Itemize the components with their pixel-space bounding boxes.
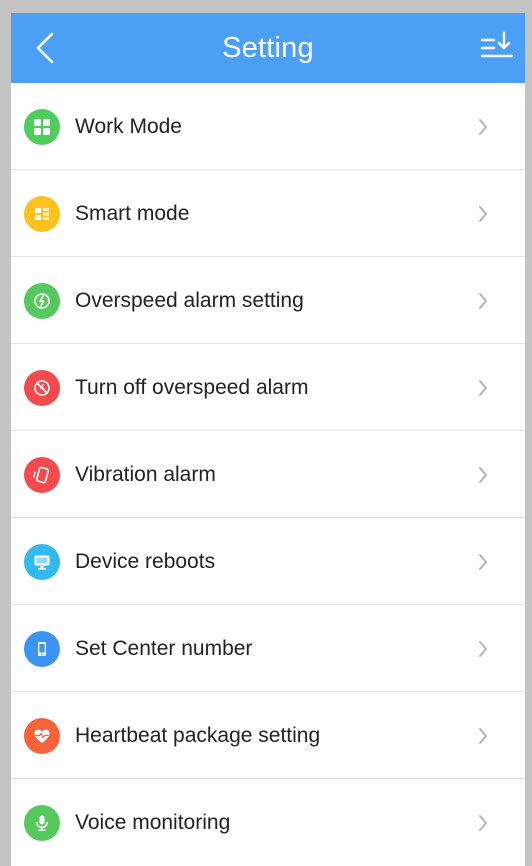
settings-item-label: Smart mode	[75, 202, 190, 225]
settings-item-overspeed-alarm[interactable]: Overspeed alarm setting	[11, 257, 525, 344]
settings-item-label: Turn off overspeed alarm	[75, 376, 309, 399]
settings-screen: Setting Work Mode Smart mode Overspeed a…	[11, 13, 525, 866]
chevron-right-icon	[478, 205, 488, 223]
sort-descending-icon	[480, 31, 514, 58]
chevron-right-icon	[478, 727, 488, 745]
layout-icon	[24, 196, 60, 232]
grid-icon	[24, 109, 60, 145]
settings-item-voice-monitoring[interactable]: Voice monitoring	[11, 779, 525, 866]
chevron-right-icon	[478, 292, 488, 310]
settings-item-label: Vibration alarm	[75, 463, 216, 486]
speed-icon	[24, 283, 60, 319]
chevron-right-icon	[478, 553, 488, 571]
settings-list: Work Mode Smart mode Overspeed alarm set…	[11, 83, 525, 866]
microphone-icon	[24, 805, 60, 841]
chevron-right-icon	[478, 640, 488, 658]
settings-item-label: Work Mode	[75, 115, 182, 138]
settings-item-heartbeat-package[interactable]: Heartbeat package setting	[11, 692, 525, 779]
settings-item-label: Device reboots	[75, 550, 216, 573]
chevron-right-icon	[478, 814, 488, 832]
monitor-icon	[24, 544, 60, 580]
settings-item-device-reboots[interactable]: Device reboots	[11, 518, 525, 605]
chevron-right-icon	[478, 466, 488, 484]
chevron-right-icon	[478, 379, 488, 397]
phone-icon	[24, 631, 60, 667]
header-bar: Setting	[11, 13, 525, 83]
settings-item-label: Heartbeat package setting	[75, 724, 321, 747]
settings-item-smart-mode[interactable]: Smart mode	[11, 170, 525, 257]
page-title: Setting	[222, 32, 314, 64]
phone-vibrate-icon	[24, 457, 60, 493]
settings-item-label: Set Center number	[75, 637, 253, 660]
settings-item-vibration-alarm[interactable]: Vibration alarm	[11, 431, 525, 518]
settings-item-center-number[interactable]: Set Center number	[11, 605, 525, 692]
sort-button[interactable]	[479, 31, 515, 65]
speed-off-icon	[24, 370, 60, 406]
settings-item-turn-off-overspeed[interactable]: Turn off overspeed alarm	[11, 344, 525, 431]
settings-item-work-mode[interactable]: Work Mode	[11, 83, 525, 170]
settings-item-label: Overspeed alarm setting	[75, 289, 304, 312]
chevron-right-icon	[478, 118, 488, 136]
settings-item-label: Voice monitoring	[75, 811, 231, 834]
heartbeat-icon	[24, 718, 60, 754]
